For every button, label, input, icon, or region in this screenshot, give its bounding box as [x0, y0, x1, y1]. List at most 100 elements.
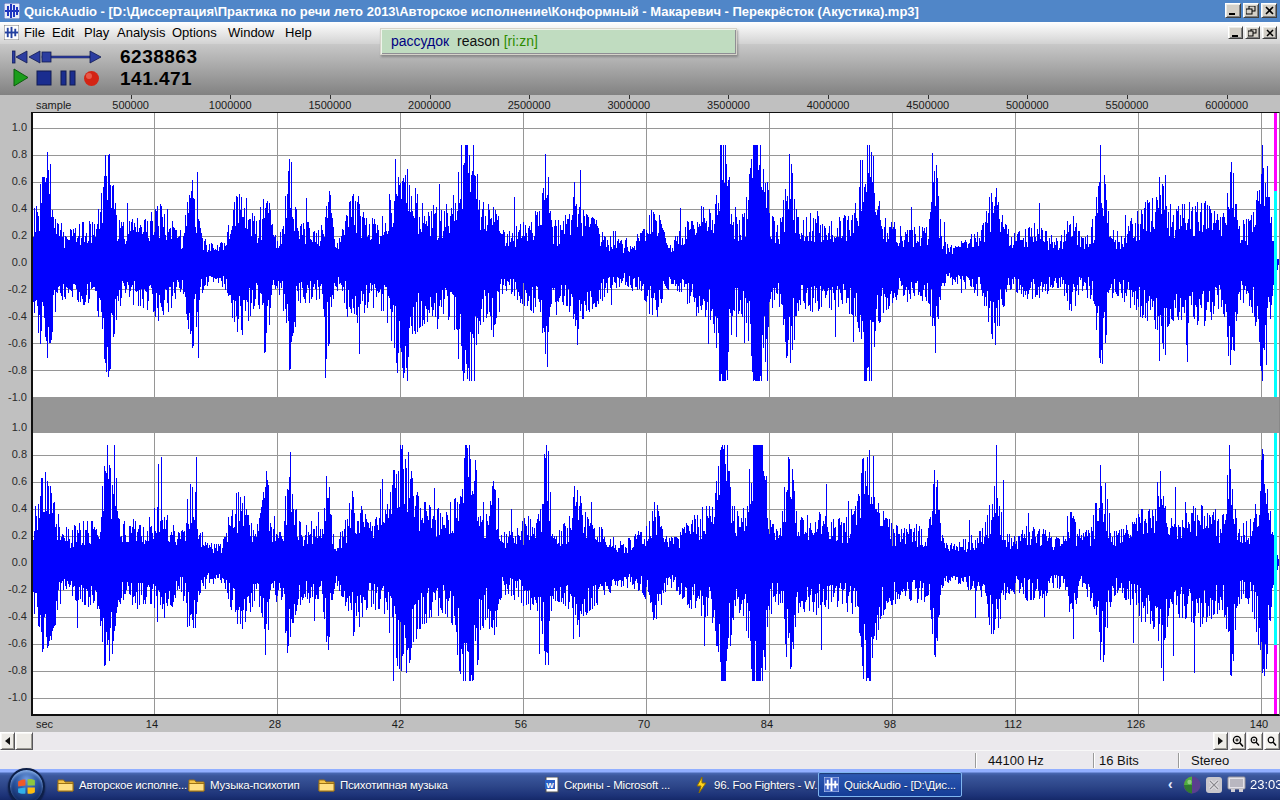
sample-tick-label: 1500000 — [308, 99, 351, 111]
dictionary-popup: рассудок reason [ri:zn] — [380, 28, 737, 55]
amplitude-tick-label: 1.0 — [12, 121, 27, 133]
record-button[interactable] — [83, 70, 100, 87]
sec-tick-label: 56 — [515, 718, 527, 730]
waveform-channel-right[interactable] — [33, 433, 1279, 714]
stop-button[interactable] — [36, 70, 52, 86]
taskbar-item-label: Музыка-психотип — [210, 779, 300, 791]
restore-button[interactable] — [1243, 3, 1259, 18]
amplitude-tick-label: 0.0 — [12, 256, 27, 268]
mdi-close-button[interactable] — [1262, 26, 1277, 39]
sample-tick-label: 5000000 — [1006, 99, 1049, 111]
taskbar-item-2[interactable]: Музыка-психотип — [188, 773, 300, 796]
popup-translation: reason — [457, 33, 500, 49]
popup-transcription: [ri:zn] — [504, 33, 538, 49]
waveform-plot: 1.00.80.60.40.20.0-0.2-0.4-0.6-0.8-1.01.… — [0, 112, 1280, 716]
sec-tick-label: 70 — [638, 718, 650, 730]
amplitude-tick-label: -0.2 — [8, 583, 27, 595]
scroll-left-button[interactable] — [0, 732, 15, 750]
scroll-right-button[interactable] — [1213, 732, 1228, 750]
horizontal-scrollbar[interactable] — [0, 732, 1280, 750]
amplitude-tick-label: 0.2 — [12, 229, 27, 241]
tray-x-icon[interactable] — [1205, 776, 1223, 794]
zoom-reset-button[interactable] — [1264, 732, 1280, 750]
window-title: QuickAudio - [D:\Диссертация\Практика по… — [24, 4, 919, 19]
amplitude-tick-label: -1.0 — [8, 391, 27, 403]
amplitude-tick-label: 0.0 — [12, 556, 27, 568]
cursor-line-magenta — [1274, 113, 1277, 191]
menu-edit[interactable]: Edit — [52, 25, 74, 40]
word-icon: W — [545, 777, 559, 793]
app-icon — [4, 3, 20, 19]
sample-tick-label: 4000000 — [807, 99, 850, 111]
menu-file[interactable]: File — [24, 25, 45, 40]
taskbar-item-4[interactable]: WСкрины - Microsoft ... — [545, 773, 670, 796]
amplitude-tick-label: -0.4 — [8, 310, 27, 322]
seconds-ruler[interactable]: sec 14284256708498112126140 — [0, 716, 1280, 732]
taskbar-item-5[interactable]: 96. Foo Fighters - W... — [694, 773, 823, 796]
taskbar-item-label: Авторское исполне... — [79, 779, 187, 791]
taskbar-item-1[interactable]: Авторское исполне... — [57, 773, 187, 796]
tray-display-icon[interactable] — [1227, 776, 1246, 794]
menu-help[interactable]: Help — [285, 25, 312, 40]
sec-tick-label: 28 — [269, 718, 281, 730]
menu-analysis[interactable]: Analysis — [117, 25, 165, 40]
minimize-button[interactable] — [1225, 3, 1241, 18]
sample-tick-label: 2000000 — [408, 99, 451, 111]
amplitude-tick-label: 0.6 — [12, 475, 27, 487]
taskbar-item-label: 96. Foo Fighters - W... — [714, 779, 823, 791]
sample-ruler[interactable]: sample 500000100000015000002000000250000… — [0, 95, 1280, 112]
amplitude-tick-label: -1.0 — [8, 691, 27, 703]
sample-tick-label: 3500000 — [707, 99, 750, 111]
quickaudio-icon — [824, 777, 839, 792]
taskbar: Авторское исполне... Музыка-психотип Психо… — [0, 769, 1280, 800]
amplitude-tick-label: 1.0 — [12, 421, 27, 433]
sec-tick-label: 126 — [1127, 718, 1145, 730]
waveform-channel-left[interactable] — [33, 113, 1279, 397]
seconds-ruler-label: sec — [36, 718, 53, 730]
sample-tick-label: 1000000 — [209, 99, 252, 111]
tray-media-icon[interactable] — [1183, 776, 1201, 794]
sample-tick-label: 4500000 — [906, 99, 949, 111]
mdi-restore-button[interactable] — [1245, 26, 1260, 39]
status-sample-rate: 44100 Hz — [988, 753, 1044, 768]
cursor-line-magenta-lower — [1274, 645, 1277, 714]
sec-tick-label: 98 — [884, 718, 896, 730]
cursor-line-cyan-lower — [1274, 433, 1277, 645]
zoom-in-button[interactable] — [1230, 732, 1246, 750]
sample-tick-label: 3000000 — [607, 99, 650, 111]
play-button[interactable] — [12, 68, 30, 87]
sample-position-counter: 6238863 — [120, 46, 197, 68]
amplitude-tick-label: -0.8 — [8, 664, 27, 676]
sample-ruler-label: sample — [36, 99, 71, 111]
popup-word: рассудок — [391, 33, 449, 49]
zoom-out-button[interactable] — [1247, 732, 1263, 750]
amplitude-tick-label: 0.2 — [12, 529, 27, 541]
mdi-minimize-button[interactable] — [1228, 26, 1243, 39]
seek-slider[interactable] — [12, 49, 104, 65]
scrollbar-thumb[interactable] — [15, 732, 33, 750]
tray-chevron-icon[interactable]: ‹ — [1168, 776, 1173, 792]
amplitude-tick-label: -0.6 — [8, 637, 27, 649]
amplitude-axis: 1.00.80.60.40.20.0-0.2-0.4-0.6-0.8-1.01.… — [0, 112, 31, 716]
quickaudio-window: { "window": { "title": "QuickAudio - [D:… — [0, 0, 1280, 800]
amplitude-tick-label: -0.6 — [8, 337, 27, 349]
pause-button[interactable] — [60, 70, 76, 86]
sample-tick-label: 6000000 — [1205, 99, 1248, 111]
menu-play[interactable]: Play — [84, 25, 109, 40]
close-button[interactable] — [1261, 3, 1277, 18]
start-button[interactable] — [8, 768, 45, 800]
sample-tick-label: 2500000 — [508, 99, 551, 111]
svg-text:W: W — [546, 780, 554, 789]
status-mode: Stereo — [1191, 753, 1229, 768]
taskbar-item-3[interactable]: Психотипная музыка — [318, 773, 448, 796]
title-bar: QuickAudio - [D:\Диссертация\Практика по… — [0, 0, 1280, 22]
status-bar: 44100 Hz 16 Bits Stereo — [0, 750, 1280, 769]
menu-window[interactable]: Window — [228, 25, 274, 40]
menu-options[interactable]: Options — [172, 25, 217, 40]
folder-icon — [318, 778, 335, 792]
sec-tick-label: 42 — [392, 718, 404, 730]
sec-tick-label: 14 — [146, 718, 158, 730]
taskbar-item-6[interactable]: QuickAudio - [D:\Дис... — [818, 772, 962, 797]
sec-tick-label: 84 — [761, 718, 773, 730]
taskbar-clock: 23:03 — [1250, 777, 1280, 792]
